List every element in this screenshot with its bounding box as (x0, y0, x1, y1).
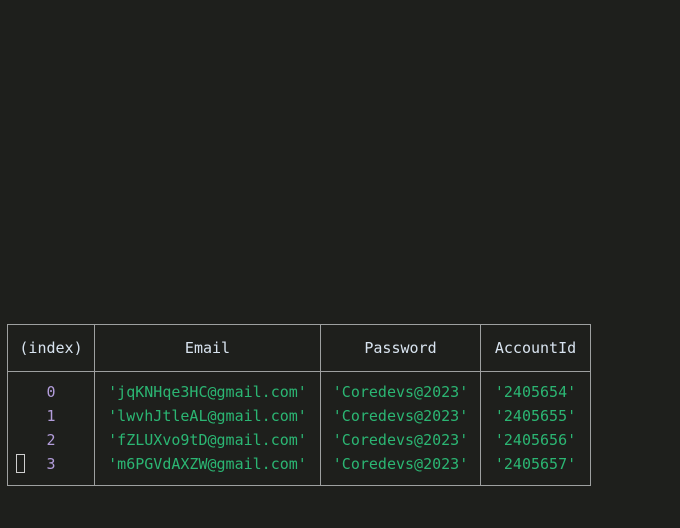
log-line-bearer-token: => Got Bearer Token: eyJhbGciOiJkaXIiLCJ… (0, 198, 680, 220)
log-line-access-token-cont-1: UfSIbtaShyYbWzb3CbbS93CfAd2PI6xGBZYC1Tt7… (0, 132, 680, 154)
table-row: 1 'lwvhJtleAL@gmail.com' 'Coredevs@2023'… (7, 404, 591, 428)
log-line-bearer-token-cont-1: dRScebk3Qu8_vnkYAFZufsxi7zx4GDxdJDeNH9Q7… (0, 220, 680, 242)
table-header-row: (index) Email Password AccountId (7, 324, 591, 372)
table-head: (index) Email Password AccountId (7, 324, 591, 372)
cell-email: 'm6PGVdAXZW@gmail.com' (94, 452, 321, 486)
cell-accountid: '2405657' (480, 452, 591, 486)
account-data-table: (index) Email Password AccountId 0 'jqKN… (7, 324, 591, 486)
cell-index: 2 (7, 428, 95, 452)
cell-accountid: '2405654' (480, 371, 591, 404)
table-row: 2 'fZLUXvo9tD@gmail.com' 'Coredevs@2023'… (7, 428, 591, 452)
log-line-access-token: => Got access token: eyJhbGciOiJkaXIiLCJ… (0, 110, 680, 132)
cell-password: 'Coredevs@2023' (320, 428, 481, 452)
cell-accountid: '2405656' (480, 428, 591, 452)
log-line-opening-account-1: => Opening Account.... (0, 0, 680, 22)
log-line-account-created-1: => Account created successfully... (0, 22, 680, 44)
cell-index: 1 (7, 404, 95, 428)
cell-accountid: '2405655' (480, 404, 591, 428)
log-line-last-name: => Last Name: Majiqok (0, 66, 680, 88)
text-cursor-block (16, 454, 25, 473)
log-line-clipboard: => Account Data coppied to clipboard (0, 496, 680, 518)
console-table-wrapper: (index) Email Password AccountId 0 'jqKN… (0, 318, 680, 486)
spacer-before-table (0, 308, 680, 318)
column-header-password: Password (320, 324, 481, 372)
cell-email: 'fZLUXvo9tD@gmail.com' (94, 428, 321, 452)
log-line-access-token-cont-2: t_gcCZxQjLRKGDY4ONSrMWvc2nmeX1zIEwZqhbzb… (0, 154, 680, 176)
cell-password: 'Coredevs@2023' (320, 404, 481, 428)
column-header-index: (index) (7, 324, 95, 372)
table-row: 3 'm6PGVdAXZW@gmail.com' 'Coredevs@2023'… (7, 452, 591, 486)
cell-index: 0 (7, 371, 95, 404)
spacer-after-table (0, 486, 680, 496)
log-line-bearer-token-cont-2: SsQ-Zf7YbG4G31f5fgsFpIbGzW76XIrfpPz5L97z… (0, 242, 680, 264)
terminal-window[interactable]: => Opening Account.... => Account create… (0, 0, 680, 528)
cell-index: 3 (7, 452, 95, 486)
cell-password: 'Coredevs@2023' (320, 371, 481, 404)
column-header-email: Email (94, 324, 321, 372)
table-row: 0 'jqKNHqe3HC@gmail.com' 'Coredevs@2023'… (7, 371, 591, 404)
cell-index-value: 3 (46, 455, 56, 473)
log-line-opening-account-2: => Opening Account.... (0, 264, 680, 286)
log-line-account-created-2: => Account created successfully... (0, 286, 680, 308)
log-line-submit-status: => Got Submit Status: success (0, 176, 680, 198)
log-line-first-name: => First Name: Supo (0, 44, 680, 66)
column-header-accountid: AccountId (480, 324, 591, 372)
log-line-done: Done in 22.70s. (0, 518, 680, 528)
cell-email: 'lwvhJtleAL@gmail.com' (94, 404, 321, 428)
cell-email: 'jqKNHqe3HC@gmail.com' (94, 371, 321, 404)
log-line-email: => Email: m6PGVdAXZW@gmail.com (0, 88, 680, 110)
table-body: 0 'jqKNHqe3HC@gmail.com' 'Coredevs@2023'… (7, 371, 591, 486)
cell-password: 'Coredevs@2023' (320, 452, 481, 486)
